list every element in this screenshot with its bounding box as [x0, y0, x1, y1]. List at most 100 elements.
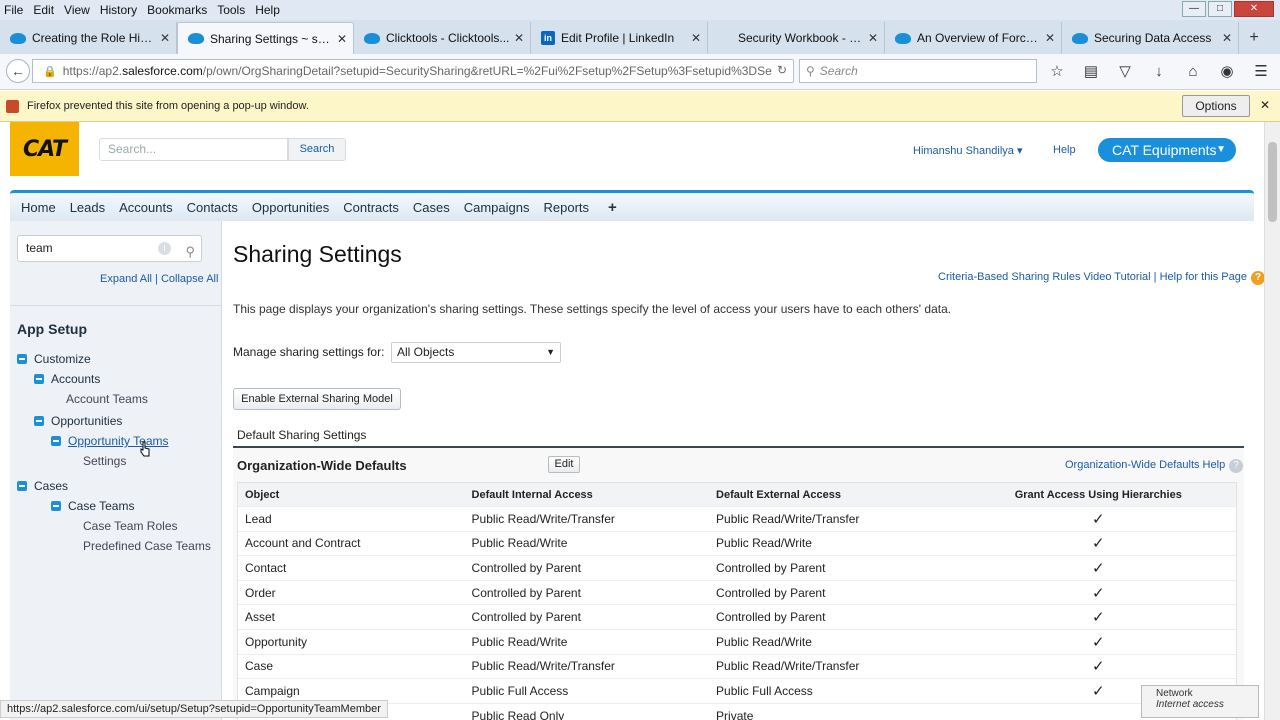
logo-text: CAT	[22, 136, 67, 162]
menu-edit[interactable]: Edit	[29, 3, 60, 17]
restore-icon[interactable]: □	[1208, 1, 1232, 17]
browser-tab-linkedin[interactable]: in Edit Profile | LinkedIn ✕	[531, 22, 708, 54]
menu-tools[interactable]: Tools	[213, 3, 251, 17]
browser-tab-security-workbook[interactable]: Security Workbook - work... ✕	[708, 22, 885, 54]
tree-item-accounts[interactable]: Accounts	[34, 372, 100, 386]
collapse-icon[interactable]	[17, 354, 27, 364]
navigation-toolbar: ← 🔒 https://ap2. salesforce.com/p/own/Org…	[0, 54, 1280, 90]
chat-icon[interactable]: ◉	[1216, 61, 1238, 83]
collapse-icon[interactable]	[51, 501, 61, 511]
browser-tab-securing-data[interactable]: Securing Data Access ✕	[1062, 22, 1239, 54]
browser-tab-force-overview[interactable]: An Overview of Force.... ✕	[885, 22, 1062, 54]
home-icon[interactable]: ⌂	[1182, 61, 1204, 83]
tab-opportunities[interactable]: Opportunities	[245, 200, 336, 215]
new-tab-icon[interactable]: +	[1239, 22, 1269, 54]
url-bar[interactable]: 🔒 https://ap2. salesforce.com/p/own/OrgSh…	[32, 59, 794, 83]
menu-bookmarks[interactable]: Bookmarks	[143, 3, 213, 17]
tree-label: Opportunities	[51, 414, 123, 428]
download-icon[interactable]: ↓	[1148, 61, 1170, 83]
owd-help-link[interactable]: Organization-Wide Defaults Help?	[1065, 459, 1244, 473]
tree-label: Predefined Case Teams	[83, 539, 211, 553]
app-switcher[interactable]: CAT Equipments ▼	[1098, 138, 1236, 162]
help-icon[interactable]: ?	[1251, 271, 1264, 285]
tab-contacts[interactable]: Contacts	[180, 200, 245, 215]
reload-icon[interactable]: ↻	[777, 63, 787, 77]
tree-item-account-teams[interactable]: Account Teams	[66, 392, 148, 406]
tab-close-icon[interactable]: ✕	[160, 31, 170, 45]
menu-view[interactable]: View	[60, 3, 96, 17]
collapse-icon[interactable]	[34, 416, 44, 426]
video-tutorial-link[interactable]: Criteria-Based Sharing Rules Video Tutor…	[938, 271, 1151, 283]
popup-options-button[interactable]: Options	[1182, 95, 1250, 117]
expand-all-link[interactable]: Expand All	[100, 273, 152, 285]
manage-settings-label: Manage sharing settings for:	[233, 345, 385, 359]
help-link[interactable]: Help	[1053, 144, 1076, 156]
app-name: CAT Equipments	[1112, 142, 1217, 158]
table-row: Order Controlled by Parent Controlled by P…	[238, 581, 1236, 606]
tab-close-icon[interactable]: ✕	[691, 31, 701, 45]
tab-campaigns[interactable]: Campaigns	[457, 200, 537, 215]
cat-logo[interactable]: CAT	[10, 122, 79, 176]
tree-item-settings[interactable]: Settings	[83, 454, 126, 468]
tab-close-icon[interactable]: ✕	[1222, 31, 1232, 45]
tree-item-case-team-roles[interactable]: Case Team Roles	[83, 519, 178, 533]
close-icon[interactable]: ✕	[1260, 98, 1270, 112]
tab-accounts[interactable]: Accounts	[112, 200, 179, 215]
collapse-icon[interactable]	[34, 374, 44, 384]
user-menu[interactable]: Himanshu Shandilya ▾	[913, 144, 1022, 157]
cell-object: Order	[245, 585, 276, 600]
browser-tab-role-hierarchy[interactable]: Creating the Role Hier... ✕	[0, 22, 177, 54]
tree-item-customize[interactable]: Customize	[17, 352, 91, 366]
collapse-icon[interactable]	[17, 481, 27, 491]
browser-tab-clicktools[interactable]: Clicktools - Clicktools... ✕	[354, 22, 531, 54]
bookmark-star-icon[interactable]: ☆	[1046, 61, 1068, 83]
sf-search-input[interactable]: Search...	[99, 138, 288, 161]
tree-item-opportunities[interactable]: Opportunities	[34, 414, 122, 428]
quick-find-input[interactable]: team i ⚲	[17, 235, 202, 262]
all-tabs-plus-icon[interactable]: +	[596, 199, 629, 216]
collapse-icon[interactable]	[51, 436, 61, 446]
sf-tab-bar: Home Leads Accounts Contacts Opportuniti…	[10, 190, 1254, 221]
checkmark-icon: ✓	[1091, 658, 1105, 676]
tab-close-icon[interactable]: ✕	[1045, 31, 1055, 45]
tree-item-cases[interactable]: Cases	[17, 479, 68, 493]
tab-leads[interactable]: Leads	[63, 200, 112, 215]
tab-home[interactable]: Home	[14, 200, 63, 215]
tab-close-icon[interactable]: ✕	[337, 32, 347, 46]
scrollbar-thumb[interactable]	[1268, 142, 1277, 222]
tab-close-icon[interactable]: ✕	[868, 31, 878, 45]
toolbar-icons: ☆ ▤ ▽ ↓ ⌂ ◉ ☰	[1046, 61, 1272, 83]
pocket-icon[interactable]: ▽	[1114, 61, 1136, 83]
page-scrollbar[interactable]	[1264, 122, 1280, 720]
reading-list-icon[interactable]: ▤	[1080, 61, 1102, 83]
cell-object: Case	[245, 659, 274, 674]
menu-file[interactable]: File	[0, 3, 29, 17]
menu-help[interactable]: Help	[251, 3, 286, 17]
tab-reports[interactable]: Reports	[537, 200, 597, 215]
enable-external-sharing-button[interactable]: Enable External Sharing Model	[233, 388, 401, 410]
tree-item-opportunity-teams[interactable]: Opportunity Teams	[51, 434, 169, 448]
tree-item-case-teams[interactable]: Case Teams	[51, 499, 134, 513]
edit-button[interactable]: Edit	[548, 456, 580, 473]
tree-item-predefined-case-teams[interactable]: Predefined Case Teams	[83, 539, 211, 553]
tab-contracts[interactable]: Contracts	[336, 200, 406, 215]
back-arrow-icon[interactable]: ←	[6, 59, 30, 83]
quick-find-value: team	[26, 241, 53, 255]
search-icon: ⚲	[185, 244, 195, 259]
collapse-all-link[interactable]: Collapse All	[161, 273, 218, 285]
help-page-link[interactable]: Help for this Page	[1160, 271, 1247, 283]
manage-settings-select[interactable]: All Objects ▼	[391, 342, 561, 363]
tab-close-icon[interactable]: ✕	[514, 31, 524, 45]
browser-search-input[interactable]: ⚲ Search	[799, 59, 1037, 83]
browser-tab-sharing-settings[interactable]: Sharing Settings ~ sal... ✕	[177, 22, 354, 54]
tab-cases[interactable]: Cases	[406, 200, 457, 215]
minimize-icon[interactable]: —	[1182, 1, 1206, 17]
tree-label: Case Team Roles	[83, 519, 178, 533]
menu-history[interactable]: History	[96, 3, 143, 17]
hamburger-menu-icon[interactable]: ☰	[1250, 61, 1272, 83]
browser-tab-strip: Creating the Role Hier... ✕ Sharing Sett…	[0, 20, 1280, 54]
checkmark-icon: ✓	[1091, 633, 1105, 651]
sf-search-button[interactable]: Search	[288, 138, 346, 161]
cell-object: Asset	[245, 610, 276, 625]
window-close-icon[interactable]: ✕	[1234, 1, 1274, 17]
